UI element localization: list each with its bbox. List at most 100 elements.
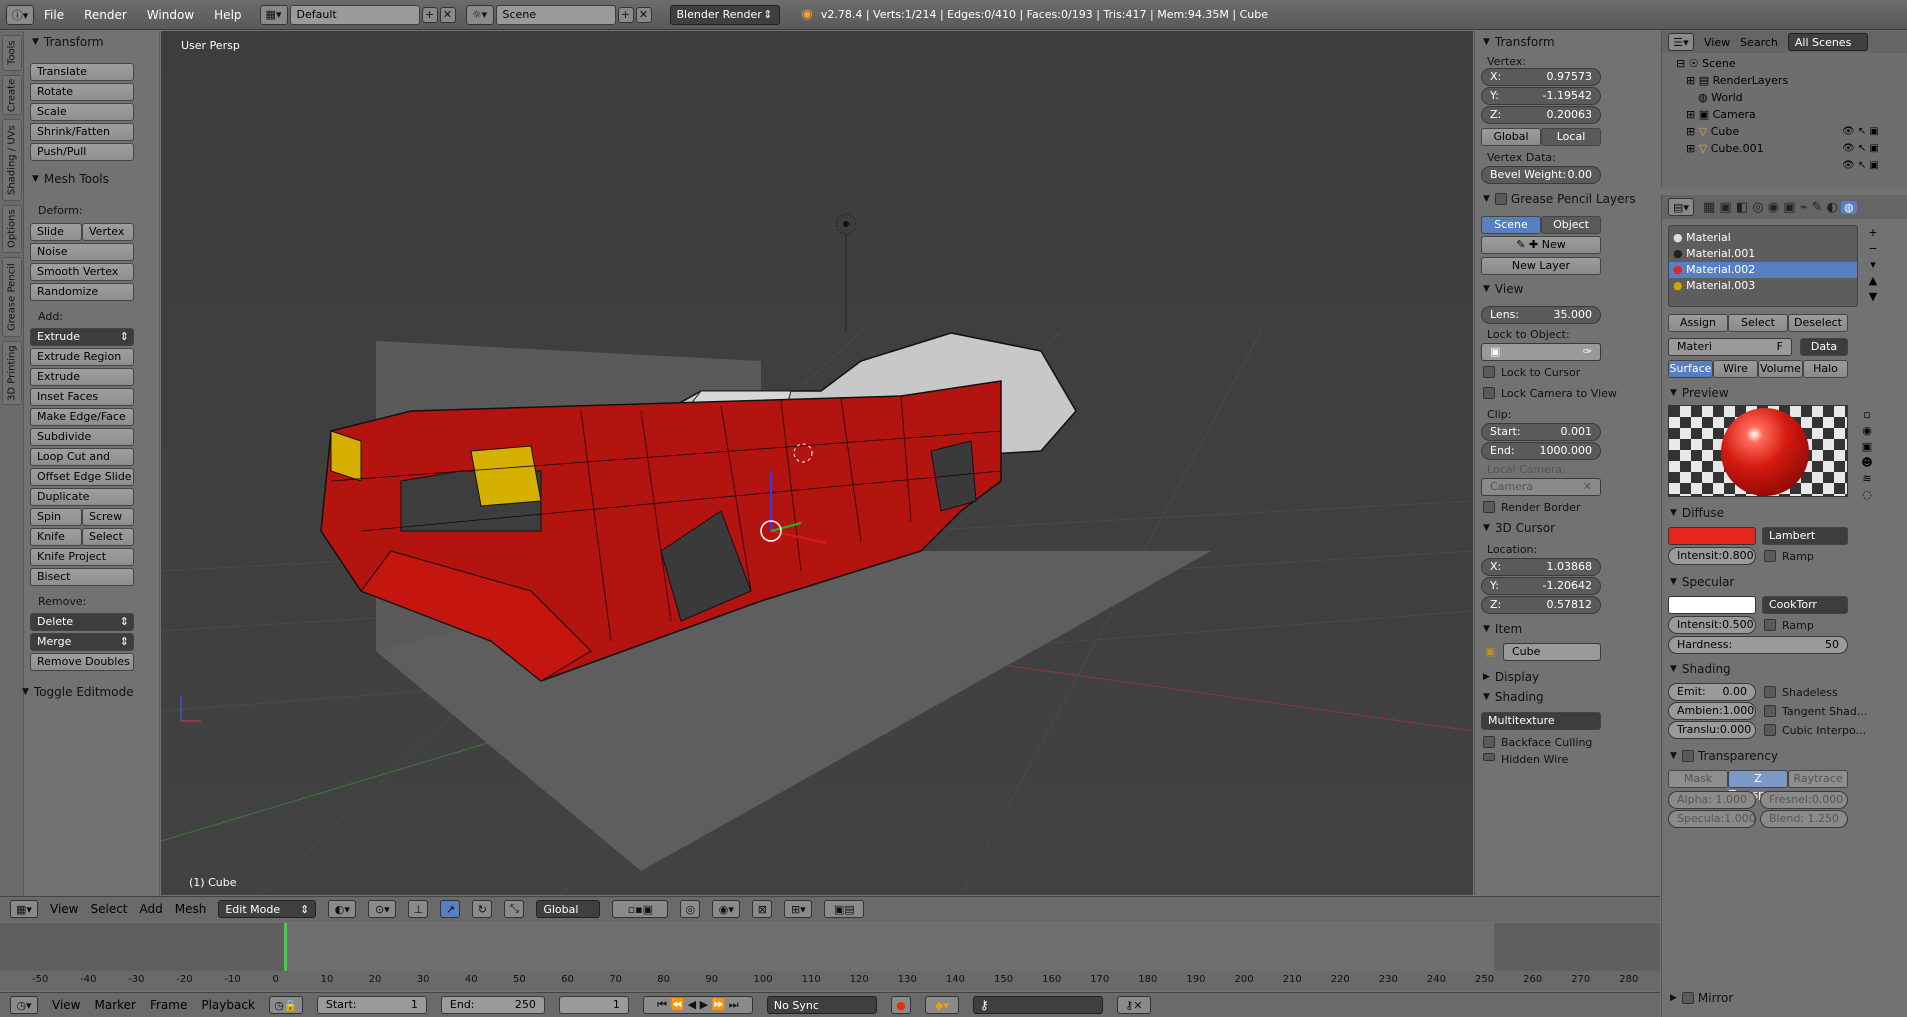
menu-file[interactable]: File xyxy=(34,8,74,22)
cubic-checkbox[interactable] xyxy=(1764,724,1776,736)
ztransp-button[interactable]: Z Transpare... xyxy=(1728,770,1793,801)
lock-object-field[interactable]: ▣ ✑ xyxy=(1481,343,1601,361)
noise-button[interactable]: Noise xyxy=(30,243,134,261)
occlude-icon[interactable]: ◎ xyxy=(680,900,701,918)
rotate-manip-icon[interactable]: ↻ xyxy=(472,900,493,918)
sync-select[interactable]: No Sync xyxy=(766,996,877,1014)
viewport-shading-icon[interactable]: ◐▾ xyxy=(328,900,357,918)
screen-layout-field[interactable]: Default xyxy=(289,4,420,25)
new-layer-button[interactable]: New Layer xyxy=(1481,257,1601,275)
specular-shader-select[interactable]: CookTorr xyxy=(1762,596,1848,614)
shading-section-header[interactable]: ▼ Shading xyxy=(1662,658,1907,680)
tab-create[interactable]: Create xyxy=(2,75,22,115)
mask-button[interactable]: Mask xyxy=(1668,770,1728,788)
preview-cube-icon[interactable]: ▣ xyxy=(1858,439,1876,455)
wire-tab[interactable]: Wire xyxy=(1713,360,1758,378)
delete-layout-icon[interactable]: ✕ xyxy=(439,6,456,23)
preview-range-icon[interactable]: ◷🔒 xyxy=(268,996,303,1014)
scene-field[interactable]: Scene xyxy=(495,4,616,25)
props-editor-icon[interactable]: ▤▾ xyxy=(1668,198,1694,216)
lens-field[interactable]: Lens: 35.000 xyxy=(1481,306,1601,324)
tree-item-renderlayers[interactable]: ⊞ ▤ RenderLayers xyxy=(1676,72,1788,89)
global-button[interactable]: Global xyxy=(1481,128,1541,146)
keying-icon[interactable]: ◆▾ xyxy=(924,996,959,1014)
mirror-header[interactable]: ▶ Mirror xyxy=(1662,987,1907,1009)
3d-cursor-header[interactable]: ▼ 3D Cursor xyxy=(1475,517,1661,539)
cursor-z-field[interactable]: Z: 0.57812 xyxy=(1481,596,1601,614)
current-frame-field[interactable]: 1 xyxy=(558,996,629,1014)
clip-start-field[interactable]: Start: 0.001 xyxy=(1481,423,1601,441)
local-button[interactable]: Local xyxy=(1541,128,1601,146)
diffuse-ramp-checkbox[interactable] xyxy=(1764,550,1776,562)
render-icons[interactable]: ▣▤ xyxy=(824,900,865,918)
halo-tab[interactable]: Halo xyxy=(1803,360,1848,378)
diffuse-header[interactable]: ▼ Diffuse xyxy=(1662,502,1907,524)
cursor-y-field[interactable]: Y: -1.20642 xyxy=(1481,577,1601,595)
gp-object-button[interactable]: Object xyxy=(1541,216,1601,234)
manipulator-icon[interactable]: ⊥ xyxy=(408,900,429,918)
tl-menu-marker[interactable]: Marker xyxy=(94,998,135,1012)
remove-slot-icon[interactable]: − xyxy=(1864,241,1882,257)
tab-tools[interactable]: Tools xyxy=(2,35,22,71)
scale-manip-icon[interactable]: ⤡ xyxy=(504,900,525,918)
material-slot[interactable]: ● Material.003 xyxy=(1669,278,1857,294)
specular-intensity-field[interactable]: Intensit: 0.500 xyxy=(1668,616,1756,634)
material-slot-selected[interactable]: ● Material.002 xyxy=(1669,262,1857,278)
render-border-checkbox[interactable] xyxy=(1483,501,1495,513)
tree-item-cube[interactable]: ⊞ ▽ Cube xyxy=(1676,123,1788,140)
spin-button[interactable]: Spin xyxy=(30,508,82,526)
preview-header[interactable]: ▼ Preview xyxy=(1662,382,1907,404)
ambient-field[interactable]: Ambien: 1.000 xyxy=(1668,702,1756,720)
preview-hair-icon[interactable]: ≋ xyxy=(1858,471,1876,487)
keying-set-field[interactable]: ⚷ xyxy=(972,996,1103,1014)
item-header[interactable]: ▼ Item xyxy=(1475,618,1661,640)
rotate-button[interactable]: Rotate xyxy=(30,83,134,101)
gp-scene-button[interactable]: Scene xyxy=(1481,216,1541,234)
preview-monkey-icon[interactable]: ☻ xyxy=(1858,455,1876,471)
screen-layout-icon[interactable]: ▦▾ xyxy=(259,4,288,25)
tangent-checkbox[interactable] xyxy=(1764,705,1776,717)
outliner-menu-search[interactable]: Search xyxy=(1740,36,1778,49)
preview-flat-icon[interactable]: ▫ xyxy=(1858,407,1876,423)
tab-3d-printing[interactable]: 3D Printing xyxy=(2,341,22,405)
shadeless-checkbox[interactable] xyxy=(1764,686,1776,698)
display-header[interactable]: ▶ Display xyxy=(1475,666,1661,688)
translate-button[interactable]: Translate xyxy=(30,63,134,81)
duplicate-button[interactable]: Duplicate xyxy=(30,488,134,506)
tab-options[interactable]: Options xyxy=(2,205,22,253)
bisect-button[interactable]: Bisect xyxy=(30,568,134,586)
material-tab-icon[interactable]: ◍ xyxy=(1840,200,1857,214)
timeline-editor-icon[interactable]: ◷▾ xyxy=(10,996,38,1014)
knife-button[interactable]: Knife xyxy=(30,528,82,546)
vp-menu-view[interactable]: View xyxy=(50,902,78,916)
vertex-x-field[interactable]: X: 0.97573 xyxy=(1481,68,1601,86)
mirror-checkbox[interactable] xyxy=(1681,992,1694,1004)
smooth-vertex-button[interactable]: Smooth Vertex xyxy=(30,263,134,281)
vertex-z-field[interactable]: Z: 0.20063 xyxy=(1481,106,1601,124)
delete-scene-icon[interactable]: ✕ xyxy=(635,6,652,23)
view-header[interactable]: ▼ View xyxy=(1475,278,1661,300)
render-engine-select[interactable]: Blender Render ⇕ xyxy=(669,4,780,25)
cursor-x-field[interactable]: X: 1.03868 xyxy=(1481,558,1601,576)
tl-menu-frame[interactable]: Frame xyxy=(150,998,187,1012)
lock-camera-checkbox[interactable] xyxy=(1483,387,1495,399)
specular-color-swatch[interactable] xyxy=(1668,596,1756,614)
merge-dropdown[interactable]: Merge ⇕ xyxy=(30,633,134,651)
diffuse-color-swatch[interactable] xyxy=(1668,527,1756,545)
vp-menu-select[interactable]: Select xyxy=(90,902,127,916)
add-layout-icon[interactable]: + xyxy=(421,6,438,23)
extrude-dropdown[interactable]: Extrude ⇕ xyxy=(30,328,134,346)
delete-dropdown[interactable]: Delete ⇕ xyxy=(30,613,134,631)
toggle-editmode-header[interactable]: ▼ Toggle Editmode xyxy=(14,681,154,703)
preview-type-buttons[interactable]: ▫ ◉ ▣ ☻ ≋ ◌ xyxy=(1858,407,1876,503)
vp-menu-mesh[interactable]: Mesh xyxy=(175,902,207,916)
eye-icon[interactable]: 👁 ↖ ▣ xyxy=(1842,123,1879,140)
record-icon[interactable]: ● xyxy=(890,996,911,1014)
lock-cursor-checkbox[interactable] xyxy=(1483,366,1495,378)
bevel-weight-field[interactable]: Bevel Weight: 0.00 xyxy=(1481,166,1601,184)
snap-icon[interactable]: ⊠ xyxy=(752,900,773,918)
add-scene-icon[interactable]: + xyxy=(617,6,634,23)
alpha-field[interactable]: Alpha: 1.000 xyxy=(1668,791,1756,809)
tree-item-world[interactable]: ◍ World xyxy=(1676,89,1788,106)
push-pull-button[interactable]: Push/Pull xyxy=(30,143,134,161)
